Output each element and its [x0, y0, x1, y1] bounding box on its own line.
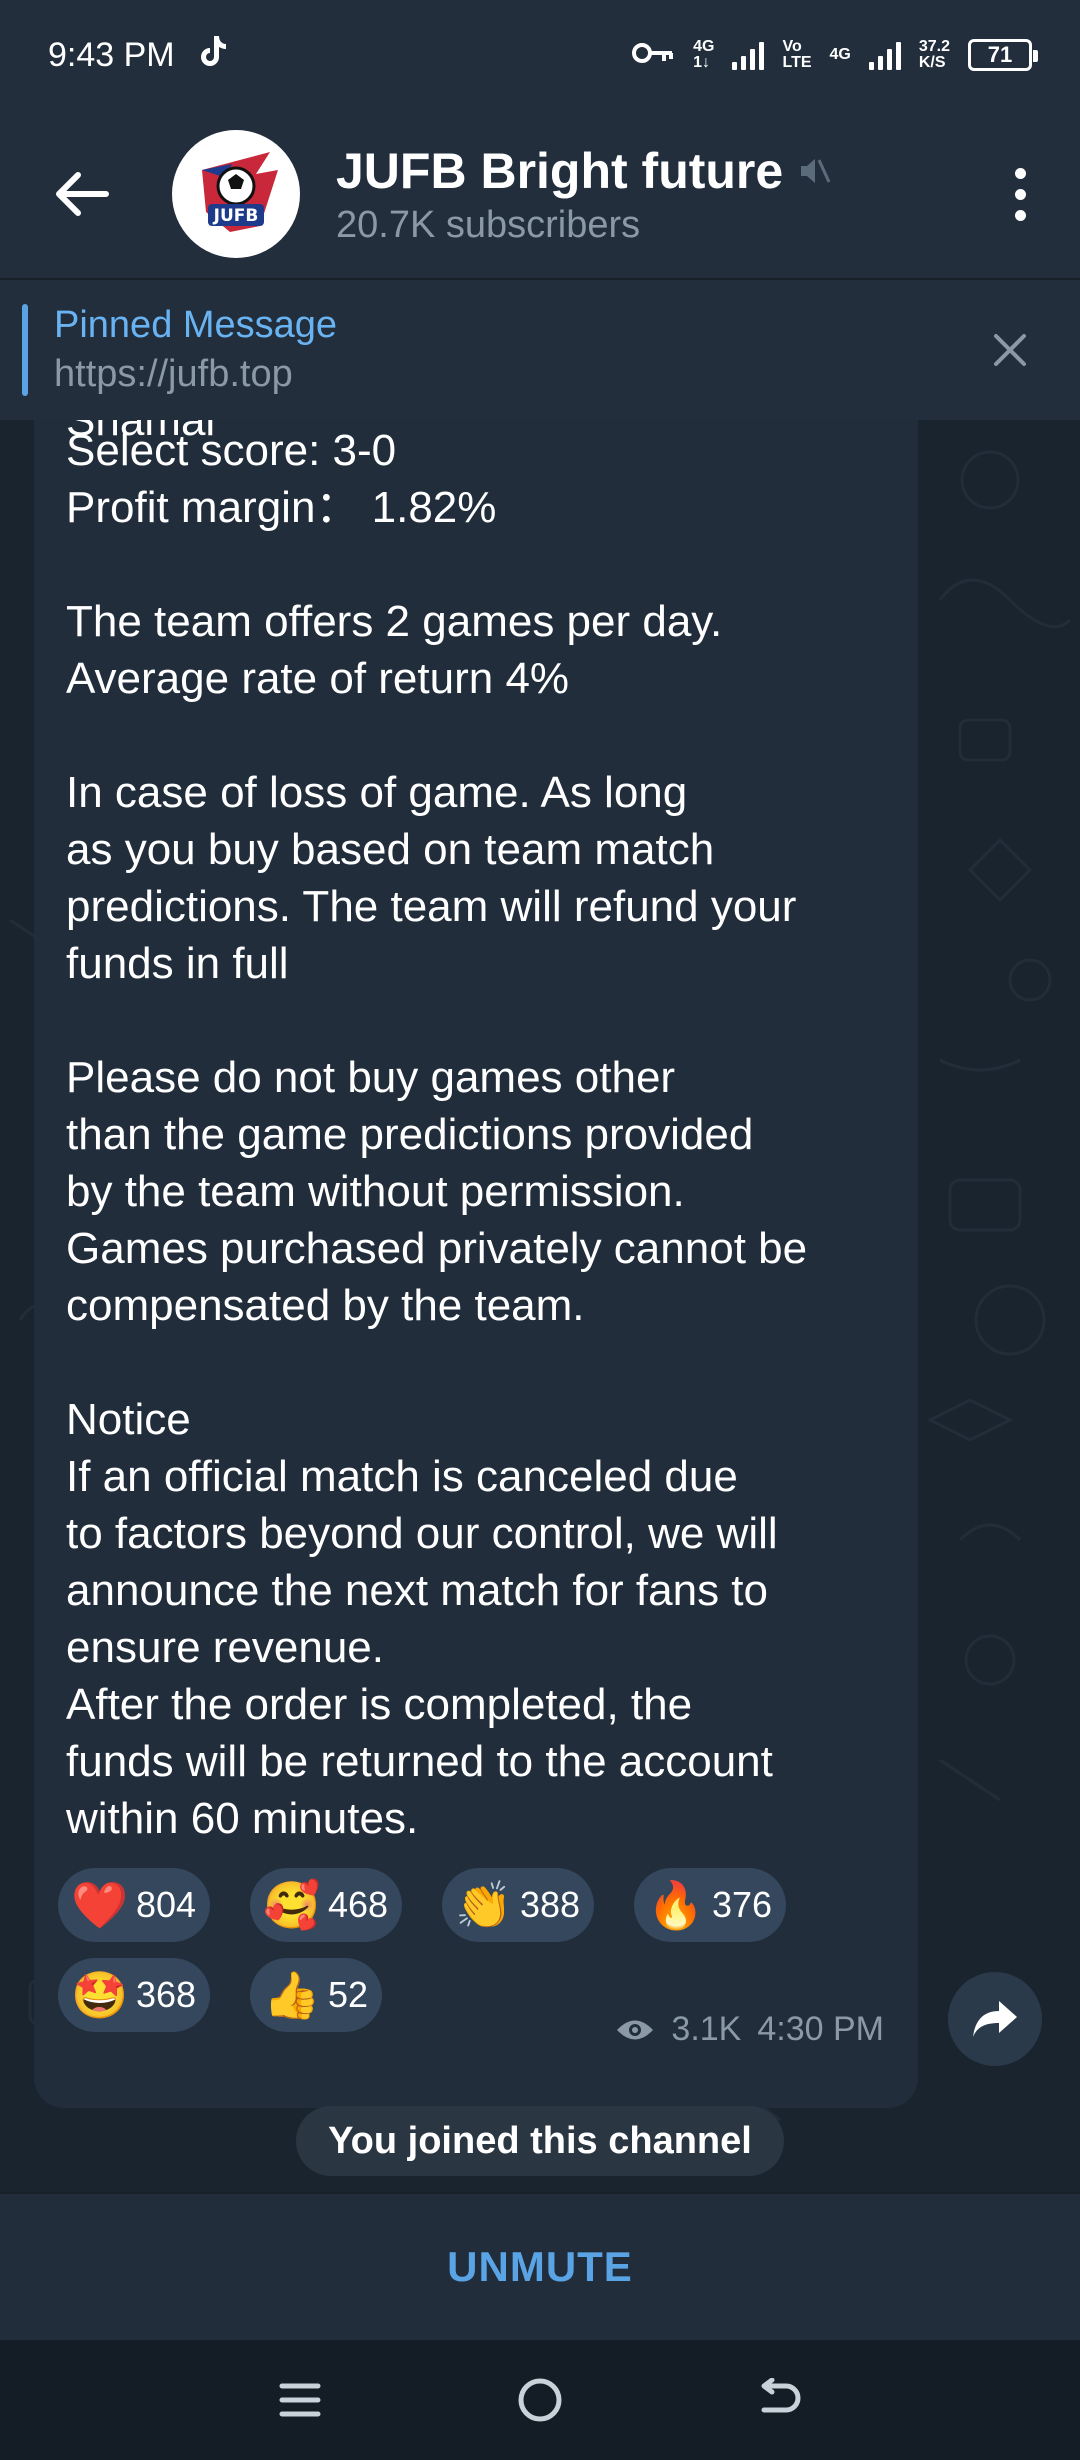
- heart-icon: ❤️: [71, 1878, 129, 1931]
- service-message: You joined this channel: [296, 2106, 784, 2176]
- menu-dot: [1014, 167, 1026, 179]
- reaction-star-struck[interactable]: 🤩 368: [58, 1958, 211, 2032]
- view-count: 3.1K: [671, 2010, 742, 2048]
- pinned-link: https://jufb.top: [54, 353, 293, 395]
- network-label-1: 4G 1↓: [693, 38, 715, 71]
- star-struck-icon: 🤩: [71, 1968, 129, 2021]
- reaction-clap[interactable]: 👏 388: [442, 1868, 595, 1942]
- telegram-channel-screen: 9:43 PM 4G 1↓ Vo LTE 4G 37.2 K/S 71 JUFB…: [0, 0, 1080, 2460]
- reaction-fire[interactable]: 🔥 376: [634, 1868, 787, 1942]
- battery-level: 71: [987, 42, 1013, 67]
- reaction-count: 468: [328, 1884, 389, 1925]
- reaction-count: 388: [520, 1884, 581, 1925]
- home-button[interactable]: [500, 2360, 580, 2440]
- chat-area[interactable]: Shamal Select score: 3-0 Profit margin： …: [0, 420, 1080, 2192]
- reaction-count: 804: [136, 1884, 197, 1925]
- pinned-message-bar[interactable]: Pinned Message https://jufb.top: [0, 278, 1080, 420]
- system-navigation-bar: [0, 2340, 1080, 2460]
- channel-info[interactable]: JUFB Bright future 20.7K subscribers: [336, 142, 831, 247]
- reaction-smiling-hearts[interactable]: 🥰 468: [250, 1868, 403, 1942]
- recent-apps-button[interactable]: [260, 2360, 340, 2440]
- channel-title: JUFB Bright future: [336, 142, 784, 199]
- muted-speaker-icon: [801, 158, 831, 183]
- volte-label: Vo LTE: [782, 38, 812, 71]
- chat-header: JUFB JUFB Bright future 20.7K subscriber…: [0, 110, 1080, 278]
- message-meta: 3.1K 4:30 PM: [615, 2010, 884, 2049]
- back-return-icon: [761, 2378, 801, 2413]
- share-arrow-icon: [973, 2001, 1017, 2037]
- status-left: 9:43 PM: [48, 34, 227, 77]
- back-arrow-icon: [56, 172, 109, 216]
- back-system-button[interactable]: [740, 2360, 820, 2440]
- forward-button[interactable]: [948, 1972, 1042, 2066]
- reaction-count: 368: [136, 1974, 197, 2015]
- pinned-title: Pinned Message: [54, 304, 338, 346]
- status-right: 4G 1↓ Vo LTE 4G 37.2 K/S 71: [631, 38, 1038, 71]
- title-row: JUFB Bright future: [336, 142, 831, 200]
- subscriber-count: 20.7K subscribers: [336, 203, 641, 246]
- menu-lines-icon: [279, 2383, 321, 2417]
- unmute-button[interactable]: UNMUTE: [447, 2243, 633, 2291]
- more-options-button[interactable]: [1000, 144, 1040, 244]
- signal-icon: [732, 40, 765, 70]
- menu-dot: [1014, 209, 1026, 221]
- message-time: 4:30 PM: [757, 2010, 884, 2048]
- reaction-thumbs-up[interactable]: 👍 52: [250, 1958, 383, 2032]
- pinned-text: Pinned Message https://jufb.top: [54, 304, 337, 396]
- network-label-2: 4G: [829, 46, 851, 63]
- menu-dot: [1014, 188, 1026, 200]
- thumbs-up-icon: 👍: [263, 1968, 321, 2021]
- svg-text:JUFB: JUFB: [213, 206, 259, 226]
- home-circle-icon: [518, 2378, 562, 2422]
- close-icon: [994, 334, 1026, 366]
- pinned-indicator: [22, 304, 28, 396]
- key-icon: [631, 40, 675, 71]
- tiktok-icon: [197, 34, 227, 77]
- clapping-hands-icon: 👏: [455, 1878, 513, 1931]
- status-bar: 9:43 PM 4G 1↓ Vo LTE 4G 37.2 K/S 71: [0, 0, 1080, 110]
- fire-icon: 🔥: [647, 1878, 705, 1931]
- reaction-count: 52: [328, 1974, 369, 2015]
- message-text: Select score: 3-0 Profit margin： 1.82% T…: [66, 426, 808, 1843]
- smiling-face-with-hearts-icon: 🥰: [263, 1878, 321, 1931]
- bottom-action-bar: UNMUTE: [0, 2192, 1080, 2340]
- signal-icon-2: [868, 40, 901, 70]
- reaction-count: 376: [712, 1884, 773, 1925]
- views-eye-icon: [615, 2017, 655, 2043]
- network-speed: 37.2 K/S: [918, 38, 950, 71]
- close-pinned-button[interactable]: [980, 320, 1040, 380]
- back-button[interactable]: [22, 134, 142, 254]
- battery-icon: 71: [968, 39, 1038, 71]
- reaction-heart[interactable]: ❤️ 804: [58, 1868, 211, 1942]
- channel-avatar[interactable]: JUFB: [172, 130, 300, 258]
- status-time: 9:43 PM: [48, 35, 175, 74]
- message-bubble[interactable]: Shamal Select score: 3-0 Profit margin： …: [34, 420, 918, 2108]
